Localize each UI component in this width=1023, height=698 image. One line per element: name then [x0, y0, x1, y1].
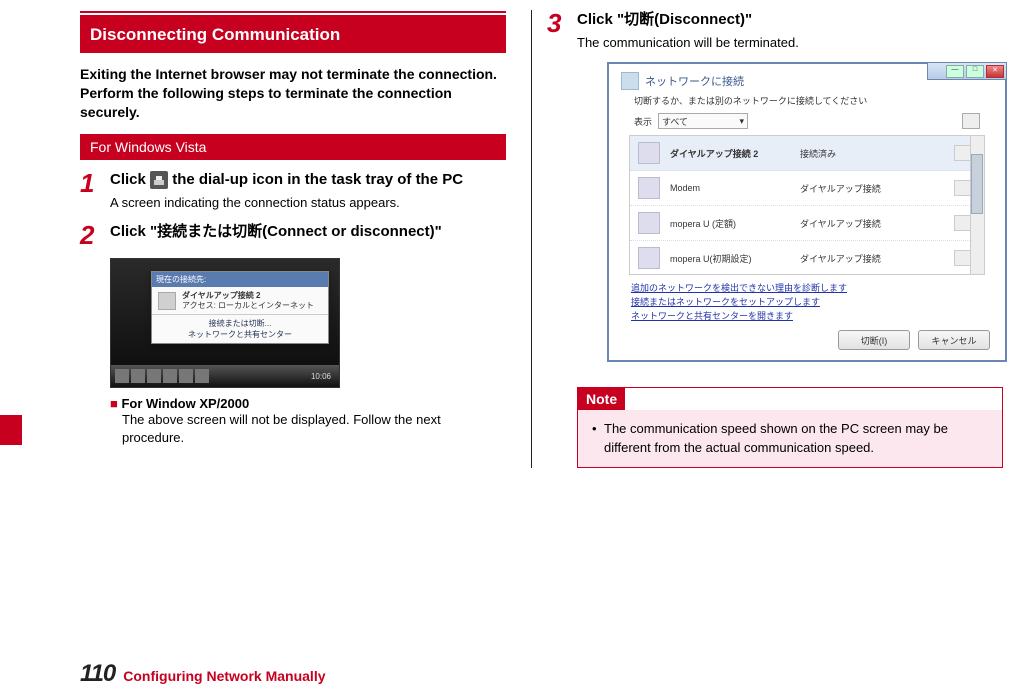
item-status: ダイヤルアップ接続 — [800, 252, 881, 265]
show-label: 表示 — [634, 115, 652, 128]
step-2: 2 Click "接続または切断(Connect or disconnect)" — [80, 222, 506, 248]
item-status: ダイヤルアップ接続 — [800, 217, 881, 230]
note-item: The communication speed shown on the PC … — [590, 420, 990, 456]
step-1-desc: A screen indicating the connection statu… — [110, 194, 506, 212]
conn-sub: アクセス: ローカルとインターネット — [182, 301, 314, 311]
disconnect-button: 切断(I) — [838, 330, 910, 350]
step-3-title: Click "切断(Disconnect)" — [577, 10, 1003, 30]
step-1-title: Click the dial-up icon in the task tray … — [110, 170, 506, 190]
modem-icon — [638, 212, 660, 234]
tray-icon — [195, 369, 209, 383]
intro-text: Exiting the Internet browser may not ter… — [80, 65, 506, 122]
dialog-message: 切断するか、または別のネットワークに接続してください — [609, 94, 1005, 113]
list-item: Modem ダイヤルアップ接続 — [630, 171, 984, 206]
subheading: For Windows Vista — [80, 134, 506, 160]
screenshot-tray-popup: 現在の接続先: ダイヤルアップ接続 2 アクセス: ローカルとインターネット 接… — [110, 258, 340, 388]
refresh-icon — [962, 113, 980, 129]
step-number: 2 — [80, 222, 110, 248]
tray-icon — [147, 369, 161, 383]
modem-icon — [638, 177, 660, 199]
sub-note: ■ For Window XP/2000 The above screen wi… — [110, 396, 506, 447]
network-icon — [621, 72, 639, 90]
modem-icon — [638, 247, 660, 269]
note-heading: Note — [578, 388, 625, 410]
step-3: 3 Click "切断(Disconnect)" The communicati… — [547, 10, 1003, 52]
sub-note-body: The above screen will not be displayed. … — [122, 411, 506, 447]
square-marker: ■ — [110, 396, 121, 411]
dialog-link: 追加のネットワークを検出できない理由を診断します — [631, 281, 983, 294]
tray-icon — [163, 369, 177, 383]
step-1-title-b: the dial-up icon in the task tray of the… — [172, 171, 463, 188]
conn-name: ダイヤルアップ接続 2 — [182, 291, 314, 301]
item-status: ダイヤルアップ接続 — [800, 182, 881, 195]
list-item: mopera U(初期設定) ダイヤルアップ接続 — [630, 241, 984, 275]
maximize-icon: □ — [966, 65, 984, 78]
connection-list: ダイヤルアップ接続 2 接続済み Modem ダイヤルアップ接続 mopera … — [629, 135, 985, 275]
note-box: Note The communication speed shown on th… — [577, 387, 1003, 467]
screenshot-network-dialog: — □ ✕ ネットワークに接続 切断するか、または別のネットワークに接続してくだ… — [607, 62, 1007, 362]
list-item: mopera U (定額) ダイヤルアップ接続 — [630, 206, 984, 241]
scrollbar-thumb — [971, 154, 983, 214]
page-number: 110 — [80, 660, 115, 688]
step-2-title: Click "接続または切断(Connect or disconnect)" — [110, 222, 506, 242]
dialup-tray-icon — [150, 171, 168, 189]
item-name: mopera U (定額) — [670, 217, 790, 230]
show-select: すべて ▾ — [658, 113, 748, 129]
globe-icon — [158, 292, 176, 310]
modem-icon — [638, 142, 660, 164]
dialog-link: 接続またはネットワークをセットアップします — [631, 295, 983, 308]
tray-icon — [179, 369, 193, 383]
item-name: Modem — [670, 183, 790, 193]
dialog-title: ネットワークに接続 — [645, 73, 744, 89]
page-label: Configuring Network Manually — [123, 668, 325, 684]
minimize-icon: — — [946, 65, 964, 78]
item-name: mopera U(初期設定) — [670, 252, 790, 265]
popup-link-connect: 接続または切断... — [152, 318, 328, 329]
list-item: ダイヤルアップ接続 2 接続済み — [630, 136, 984, 171]
tray-icon — [131, 369, 145, 383]
step-1: 1 Click the dial-up icon in the task tra… — [80, 170, 506, 212]
step-1-title-a: Click — [110, 171, 150, 188]
taskbar-time: 10:06 — [311, 372, 335, 381]
popup-link-center: ネットワークと共有センター — [152, 329, 328, 340]
step-number: 3 — [547, 10, 577, 52]
show-value: すべて — [662, 115, 688, 128]
step-3-desc: The communication will be terminated. — [577, 34, 1003, 52]
item-name: ダイヤルアップ接続 2 — [670, 147, 790, 160]
item-status: 接続済み — [800, 147, 836, 160]
section-heading: Disconnecting Communication — [80, 15, 506, 53]
step-number: 1 — [80, 170, 110, 212]
dialog-link: ネットワークと共有センターを開きます — [631, 309, 983, 322]
tray-icon — [115, 369, 129, 383]
sub-note-title: For Window XP/2000 — [121, 396, 249, 411]
close-icon: ✕ — [986, 65, 1004, 78]
edge-tab — [0, 415, 22, 445]
chevron-down-icon: ▾ — [739, 116, 744, 127]
popup-header: 現在の接続先: — [152, 272, 328, 287]
cancel-button: キャンセル — [918, 330, 990, 350]
